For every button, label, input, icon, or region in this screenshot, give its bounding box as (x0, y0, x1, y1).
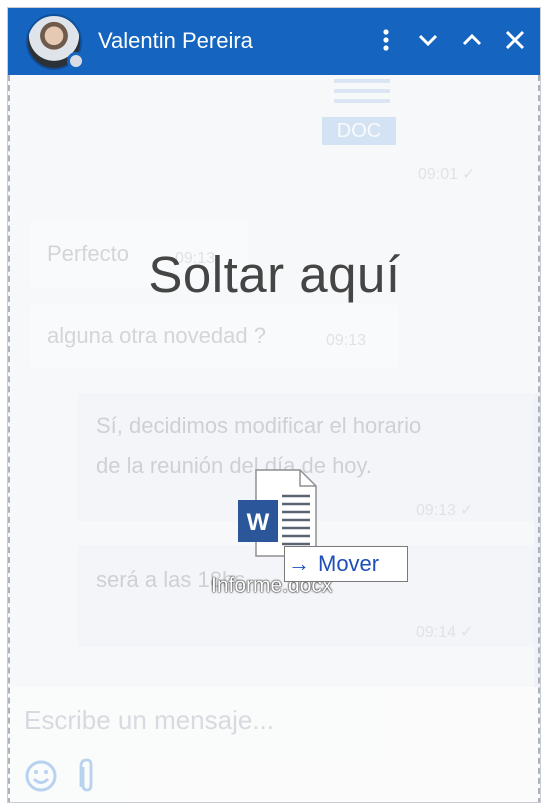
more-vertical-icon (383, 29, 389, 51)
close-icon (505, 30, 525, 50)
drag-action-label: Mover (318, 551, 380, 576)
svg-text:W: W (247, 509, 270, 536)
drop-here-label: Soltar aquí (148, 246, 401, 303)
chat-header: Valentin Pereira (8, 8, 540, 75)
drop-zone-overlay[interactable] (8, 75, 540, 802)
drag-action-tooltip: → Mover (284, 546, 408, 582)
presence-status-icon (67, 52, 85, 70)
chat-window: Valentin Pereira DOC 09:01 ✓ Perfecto 09… (7, 7, 541, 803)
maximize-button[interactable] (454, 22, 490, 58)
close-button[interactable] (497, 22, 533, 58)
more-options-button[interactable] (368, 22, 404, 58)
chevron-down-icon (418, 34, 438, 46)
word-document-icon: W (238, 469, 317, 557)
arrow-right-icon: → (288, 551, 310, 576)
minimize-button[interactable] (410, 22, 446, 58)
dragged-file[interactable]: W (238, 468, 318, 558)
chevron-up-icon (462, 34, 482, 46)
contact-name[interactable]: Valentin Pereira (98, 28, 253, 54)
